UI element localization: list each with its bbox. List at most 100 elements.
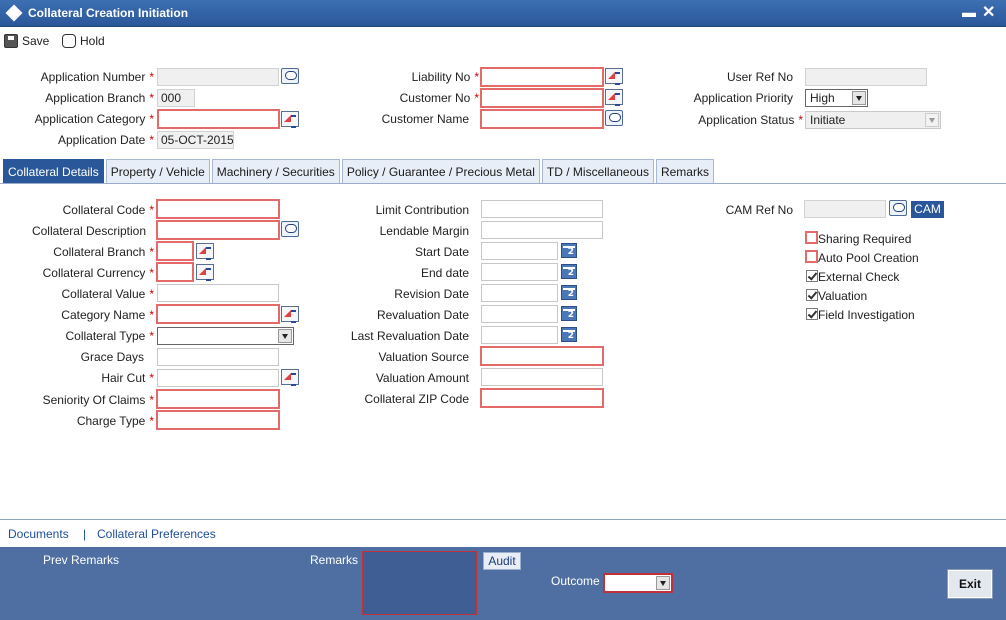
revision-date-field[interactable] xyxy=(481,284,558,302)
chevron-down-icon xyxy=(278,329,292,343)
collateral-currency-lov-icon[interactable] xyxy=(196,264,214,281)
minimize-icon[interactable]: ▬ xyxy=(962,4,976,20)
application-category-label: Application Category * xyxy=(34,112,154,126)
valuation-source-field[interactable] xyxy=(480,346,604,366)
revision-date-label: Revision Date xyxy=(394,287,469,301)
collateral-value-field[interactable] xyxy=(157,284,279,302)
sharing-required-label: Sharing Required xyxy=(818,232,912,246)
cam-button[interactable]: CAM xyxy=(911,201,944,218)
remarks-textarea[interactable] xyxy=(362,551,477,615)
application-priority-select[interactable]: High xyxy=(805,89,868,107)
liability-no-field[interactable] xyxy=(480,67,604,87)
chevron-down-icon xyxy=(852,91,866,105)
collateral-description-field[interactable] xyxy=(156,220,280,240)
user-ref-no-field[interactable] xyxy=(805,68,927,86)
tab-property-vehicle[interactable]: Property / Vehicle xyxy=(105,159,210,183)
documents-link[interactable]: Documents xyxy=(8,527,69,541)
category-name-lov-icon[interactable] xyxy=(281,306,299,323)
collateral-zip-code-label: Collateral ZIP Code xyxy=(364,392,470,406)
collateral-description-chat-icon[interactable] xyxy=(281,221,299,237)
chevron-down-icon xyxy=(656,576,670,590)
tab-td-miscellaneous[interactable]: TD / Miscellaneous xyxy=(541,159,654,183)
end-date-field[interactable] xyxy=(481,263,558,281)
application-status-value: Initiate xyxy=(810,113,846,127)
customer-no-lov-icon[interactable] xyxy=(605,89,623,106)
collateral-branch-field[interactable] xyxy=(156,241,194,261)
collateral-preferences-link[interactable]: Collateral Preferences xyxy=(97,527,216,541)
tab-remarks[interactable]: Remarks xyxy=(655,159,714,183)
customer-no-label: Customer No * xyxy=(399,91,479,105)
end-date-calendar-icon[interactable] xyxy=(561,264,577,279)
application-date-field[interactable]: 05-OCT-2015 xyxy=(157,131,234,149)
application-number-field[interactable] xyxy=(157,68,279,86)
close-icon[interactable]: ✕ xyxy=(982,2,995,22)
hand-icon xyxy=(62,34,76,48)
start-date-field[interactable] xyxy=(481,242,558,260)
customer-name-chat-icon[interactable] xyxy=(605,110,623,126)
liability-no-label: Liability No * xyxy=(411,70,479,84)
collateral-branch-label: Collateral Branch * xyxy=(53,245,154,259)
end-date-label: End date xyxy=(420,266,469,280)
hair-cut-lov-icon[interactable] xyxy=(281,369,299,386)
collateral-type-select[interactable] xyxy=(157,327,294,345)
application-branch-label: Application Branch * xyxy=(45,91,154,105)
sharing-required-checkbox[interactable] xyxy=(805,231,818,244)
limit-contribution-field[interactable] xyxy=(481,200,603,218)
external-check-checkbox[interactable] xyxy=(806,270,818,282)
hold-label: Hold xyxy=(80,34,105,48)
application-status-select[interactable]: Initiate xyxy=(805,111,941,129)
tab-collateral-details[interactable]: Collateral Details xyxy=(3,159,104,183)
revaluation-date-field[interactable] xyxy=(481,305,558,323)
limit-contribution-label: Limit Contribution xyxy=(375,203,469,217)
chevron-down-icon xyxy=(925,113,939,127)
tab-policy-guarantee[interactable]: Policy / Guarantee / Precious Metal xyxy=(341,159,540,183)
toolbar: Save Hold xyxy=(0,27,1006,53)
application-branch-field[interactable]: 000 xyxy=(157,89,195,107)
auto-pool-creation-checkbox[interactable] xyxy=(805,250,818,263)
lendable-margin-field[interactable] xyxy=(481,221,603,239)
collateral-currency-field[interactable] xyxy=(156,262,194,282)
revision-date-calendar-icon[interactable] xyxy=(561,285,577,300)
application-category-lov-icon[interactable] xyxy=(281,111,299,128)
diamond-icon xyxy=(5,4,23,22)
field-investigation-checkbox[interactable] xyxy=(806,308,818,320)
collateral-code-label: Collateral Code * xyxy=(62,203,154,217)
prev-remarks-label: Prev Remarks xyxy=(43,553,120,567)
application-status-label: Application Status * xyxy=(698,113,803,127)
collateral-zip-code-field[interactable] xyxy=(480,388,604,408)
outcome-select[interactable] xyxy=(603,573,673,593)
exit-button[interactable]: Exit xyxy=(948,570,992,598)
category-name-label: Category Name * xyxy=(61,308,154,322)
grace-days-field[interactable] xyxy=(157,348,279,366)
tab-machinery-securities[interactable]: Machinery / Securities xyxy=(211,159,340,183)
cam-ref-no-chat-icon[interactable] xyxy=(889,200,907,216)
customer-name-label: Customer Name xyxy=(381,112,469,126)
collateral-branch-lov-icon[interactable] xyxy=(196,243,214,260)
collateral-description-label: Collateral Description xyxy=(31,224,146,238)
window-title: Collateral Creation Initiation xyxy=(28,6,189,20)
valuation-checkbox[interactable] xyxy=(806,289,818,301)
category-name-field[interactable] xyxy=(156,304,280,324)
collateral-value-label: Collateral Value * xyxy=(61,287,155,301)
charge-type-field[interactable] xyxy=(156,410,280,430)
revaluation-date-calendar-icon[interactable] xyxy=(561,306,577,321)
hold-button[interactable]: Hold xyxy=(62,32,105,50)
hair-cut-field[interactable] xyxy=(157,369,279,387)
last-revaluation-date-field[interactable] xyxy=(481,326,558,344)
start-date-calendar-icon[interactable] xyxy=(561,243,577,258)
seniority-of-claims-label: Seniority Of Claims * xyxy=(42,393,154,407)
application-number-chat-icon[interactable] xyxy=(281,68,299,84)
customer-no-field[interactable] xyxy=(480,88,604,108)
cam-ref-no-field[interactable] xyxy=(804,200,886,218)
external-check-label: External Check xyxy=(818,270,900,284)
save-button[interactable]: Save xyxy=(4,32,49,50)
audit-button[interactable]: Audit xyxy=(483,552,521,570)
valuation-amount-field[interactable] xyxy=(481,368,603,386)
application-priority-value: High xyxy=(810,91,835,105)
last-revaluation-date-calendar-icon[interactable] xyxy=(561,327,577,342)
customer-name-field[interactable] xyxy=(480,109,604,129)
collateral-code-field[interactable] xyxy=(156,199,280,219)
liability-no-lov-icon[interactable] xyxy=(605,68,623,85)
seniority-of-claims-field[interactable] xyxy=(156,389,280,409)
application-category-field[interactable] xyxy=(157,109,280,129)
